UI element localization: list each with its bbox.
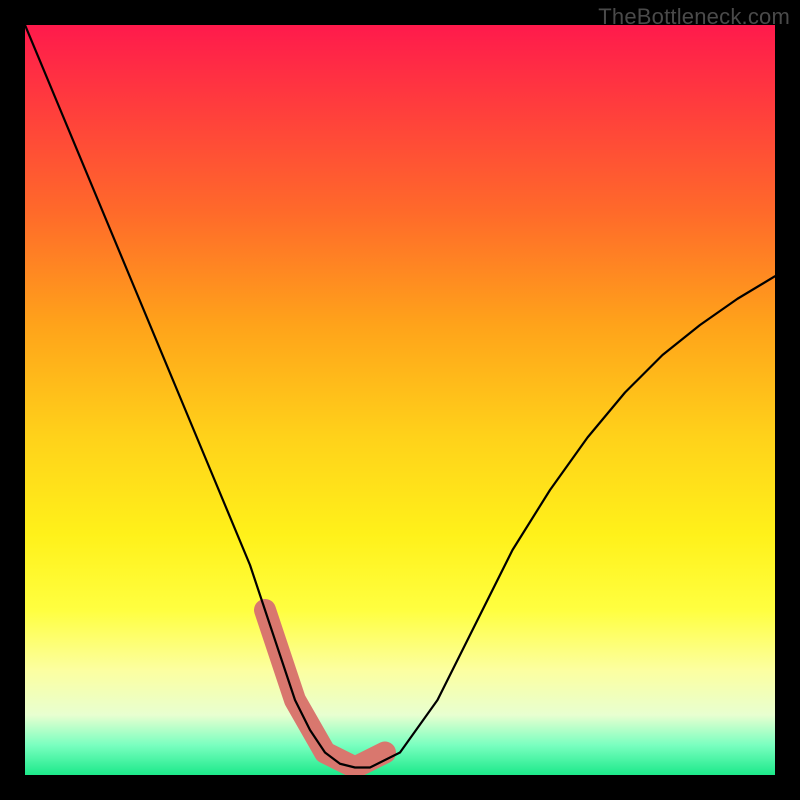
highlight-band [265, 610, 385, 768]
chart-frame: TheBottleneck.com [0, 0, 800, 800]
plot-area [25, 25, 775, 775]
chart-svg [25, 25, 775, 775]
bottleneck-curve [25, 25, 775, 768]
watermark-text: TheBottleneck.com [598, 4, 790, 30]
